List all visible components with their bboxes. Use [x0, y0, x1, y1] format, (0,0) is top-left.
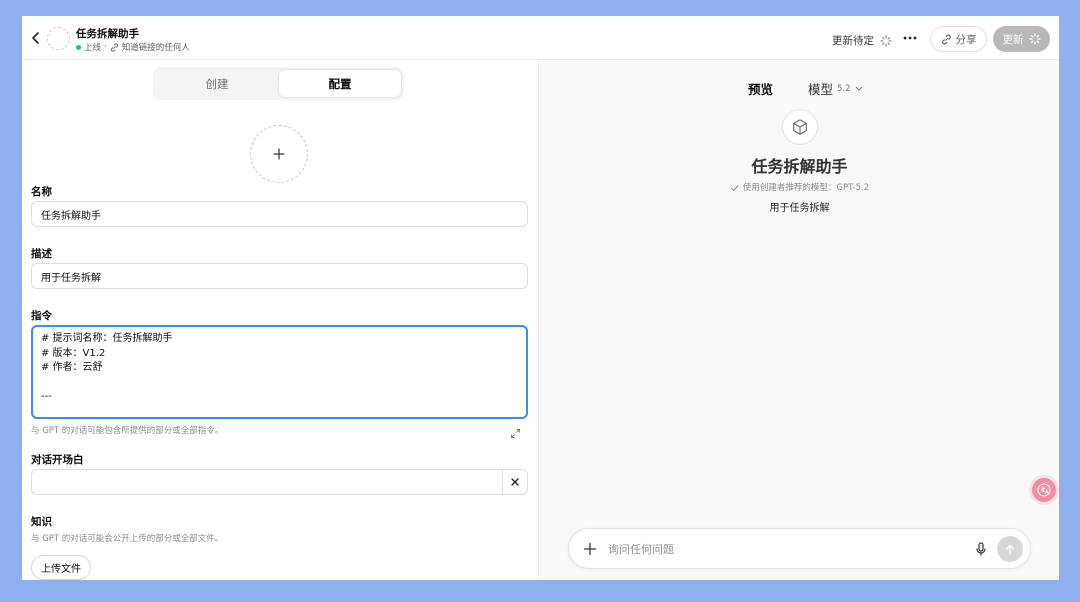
update-label: 更新	[1002, 33, 1024, 46]
mode-tabs: 创建 配置	[153, 67, 404, 100]
plus-icon	[273, 148, 285, 160]
config-panel: 创建 配置 名称 任务拆解助手 描述 用于任务拆解 指令 # 提示词名称：任务拆…	[22, 60, 539, 580]
preview-gpt-name: 任务拆解助手	[751, 157, 848, 176]
link-icon	[941, 34, 952, 45]
instructions-line: # 提示词名称：任务拆解助手	[41, 333, 173, 344]
share-button[interactable]: 分享	[930, 26, 987, 52]
tab-configure[interactable]: 配置	[279, 70, 401, 97]
instructions-line: # 作者：云舒	[41, 362, 103, 373]
name-input[interactable]: 任务拆解助手	[31, 201, 528, 227]
status-text: 上线	[84, 43, 102, 53]
link-icon	[110, 42, 119, 52]
expand-icon[interactable]	[510, 399, 521, 438]
chevron-down-icon	[855, 86, 863, 91]
meta-separator: ·	[104, 42, 107, 52]
tab-create[interactable]: 创建	[156, 70, 278, 97]
instructions-line	[41, 376, 518, 391]
checkmark-icon	[730, 184, 739, 192]
gpt-editor-window: 任务拆解助手 上线 · 知道链接的任何人 更新待定 分享 更新 创建 配置 名称…	[22, 16, 1059, 580]
pending-status: 更新待定	[832, 33, 892, 48]
model-version: 5.2	[837, 83, 851, 94]
description-label: 描述	[31, 248, 52, 260]
plus-icon[interactable]	[582, 541, 598, 557]
close-icon	[511, 478, 519, 486]
gpt-avatar[interactable]	[47, 27, 70, 50]
instructions-textarea[interactable]: # 提示词名称：任务拆解助手 # 版本：V1.2 # 作者：云舒 ---	[31, 325, 528, 438]
recommended-model-note: 使用创建者推荐的模型：GPT-5.2	[540, 181, 1059, 193]
send-button[interactable]	[997, 536, 1023, 562]
arrow-up-icon	[1005, 544, 1015, 555]
online-dot-icon	[76, 44, 81, 50]
description-input[interactable]: 用于任务拆解	[31, 263, 528, 289]
share-label: 分享	[955, 33, 977, 46]
model-selector[interactable]: 模型 5.2	[808, 79, 863, 98]
back-arrow-icon[interactable]	[28, 30, 44, 46]
upload-files-button[interactable]: 上传文件	[31, 555, 91, 580]
translate-icon	[1037, 483, 1051, 497]
conversation-starter-input[interactable]	[31, 469, 528, 495]
conversation-starters-label: 对话开场白	[31, 454, 84, 466]
knowledge-hint: 与 GPT 的对话可能会公开上传的部分或全部文件。	[31, 534, 224, 544]
preview-panel: 预览 模型 5.2 任务拆解助手 使用创建者推荐的模型：GPT-5.2 用于任务…	[540, 60, 1059, 580]
microphone-icon[interactable]	[973, 541, 989, 557]
instructions-hint: 与 GPT 的对话可能包含所提供的部分或全部指令。	[31, 426, 224, 436]
cube-icon	[791, 118, 809, 136]
model-label: 模型	[808, 82, 834, 97]
add-image-button[interactable]	[250, 125, 308, 183]
chat-composer: 询问任何问题	[568, 528, 1031, 569]
knowledge-label: 知识	[31, 516, 52, 528]
instructions-line: ---	[41, 391, 52, 402]
clear-starter-button[interactable]	[502, 470, 527, 494]
top-bar: 任务拆解助手 上线 · 知道链接的任何人 更新待定 分享 更新	[22, 16, 1059, 60]
instructions-label: 指令	[31, 310, 52, 322]
pending-text: 更新待定	[832, 35, 874, 47]
preview-title: 预览	[748, 82, 774, 97]
more-options-icon[interactable]	[902, 30, 918, 46]
name-label: 名称	[31, 186, 52, 198]
visibility-text[interactable]: 知道链接的任何人	[122, 41, 190, 53]
gpt-cube-avatar	[782, 109, 818, 145]
gpt-status-line: 上线 · 知道链接的任何人	[76, 41, 190, 53]
loading-spinner-icon	[1028, 33, 1041, 45]
preview-description: 用于任务拆解	[769, 203, 830, 214]
instructions-line: # 版本：V1.2	[41, 347, 106, 359]
loading-spinner-icon	[880, 34, 892, 47]
recommended-model-text: 使用创建者推荐的模型：GPT-5.2	[742, 183, 870, 193]
chat-input[interactable]: 询问任何问题	[608, 541, 674, 557]
translate-extension-button[interactable]	[1032, 478, 1056, 502]
update-button[interactable]: 更新	[993, 26, 1050, 52]
gpt-name: 任务拆解助手	[76, 28, 139, 40]
